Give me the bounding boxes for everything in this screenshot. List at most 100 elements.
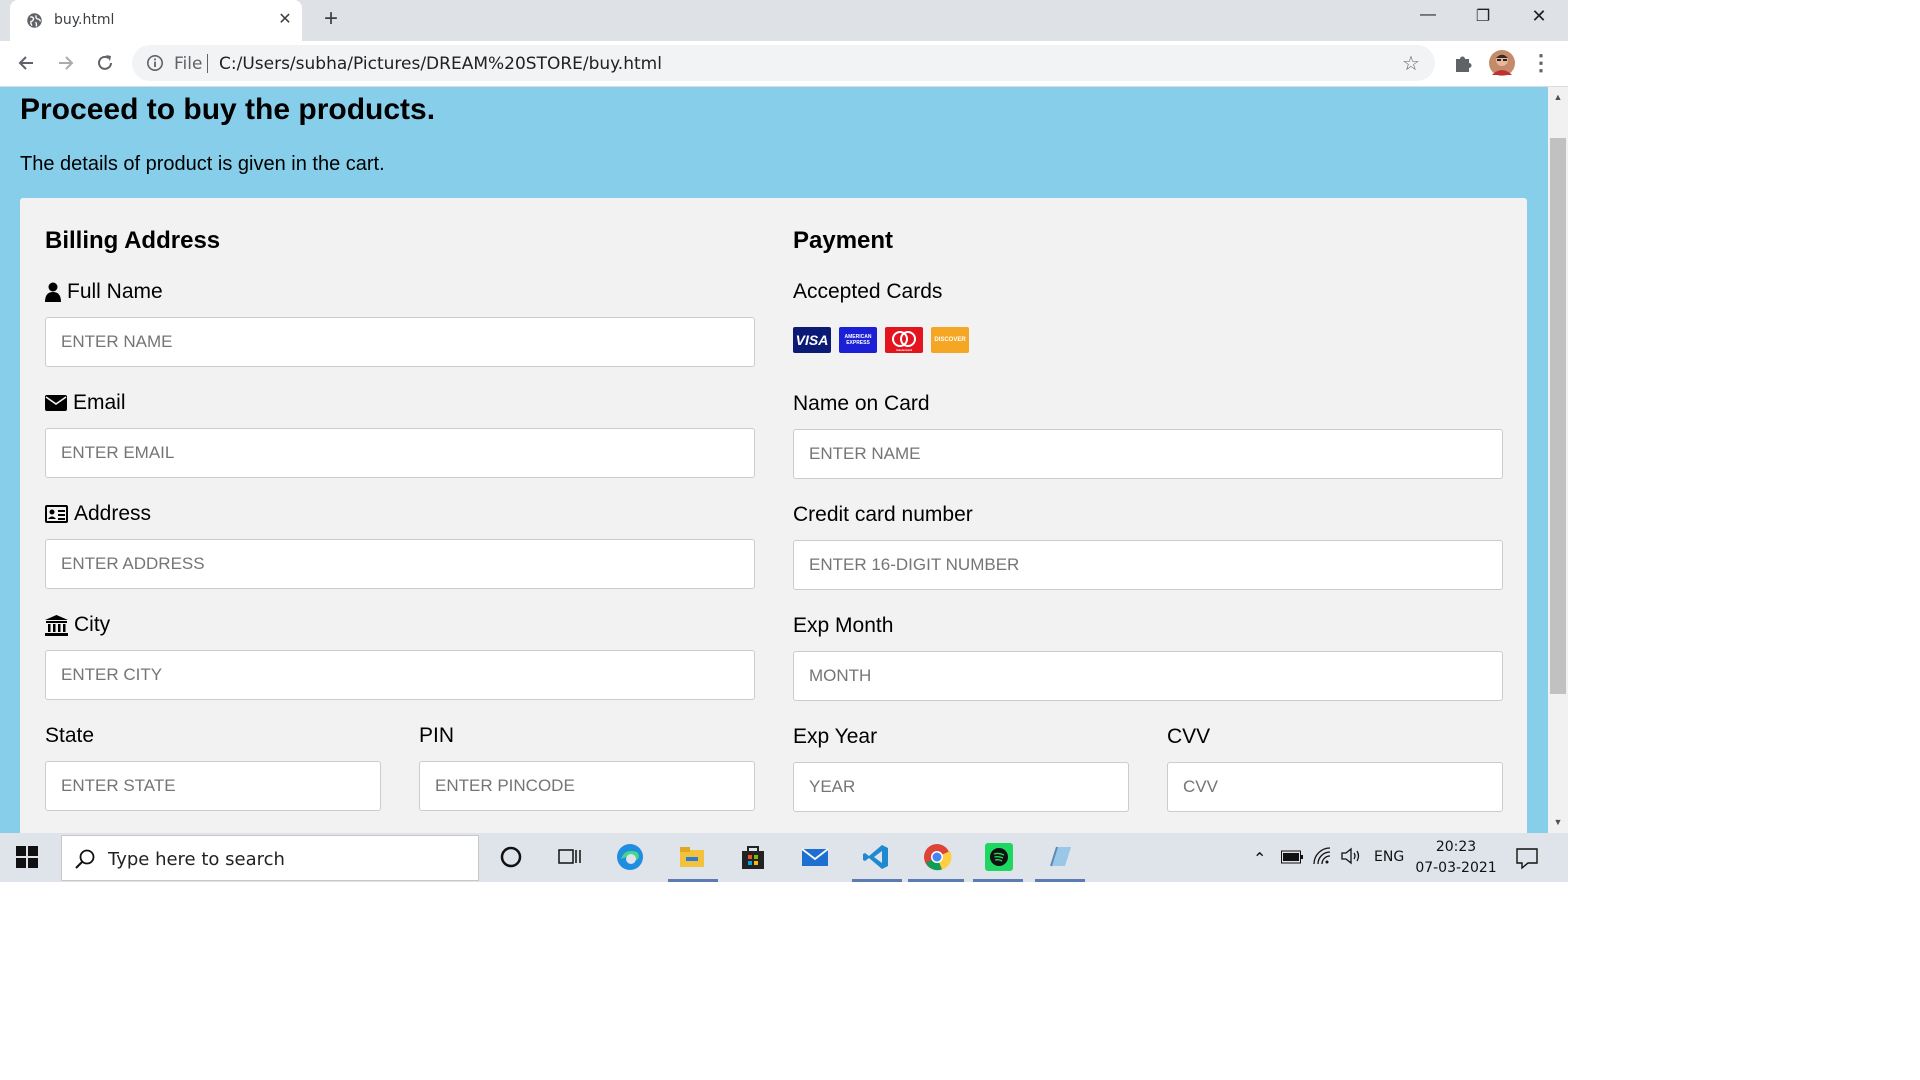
forward-button[interactable] (52, 49, 80, 77)
scroll-up-arrow[interactable]: ▲ (1548, 89, 1568, 106)
amex-icon: AMERICAN EXPRESS (839, 327, 877, 353)
bookmark-star-icon[interactable]: ☆ (1402, 51, 1420, 76)
arrow-right-icon (59, 56, 74, 70)
clock-time: 20:23 (1435, 839, 1477, 855)
scrollbar-thumb[interactable] (1550, 138, 1566, 694)
billing-heading: Billing Address (45, 227, 221, 254)
system-clock[interactable]: 20:23 07-03-2021 (1414, 837, 1498, 879)
email-label-text: Email (73, 391, 126, 414)
browser-tab[interactable]: buy.html ✕ (10, 0, 302, 41)
mail-icon[interactable] (800, 842, 830, 872)
new-tab-button[interactable]: + (319, 7, 343, 32)
name-on-card-label: Name on Card (793, 392, 930, 415)
cvv-label: CVV (1167, 725, 1211, 748)
page-title: Proceed to buy the products. (20, 93, 436, 126)
chrome-active-indicator (908, 879, 964, 882)
browser-toolbar: File C:/Users/subha/Pictures/DREAM%20STO… (0, 41, 1568, 87)
spotify-icon[interactable] (984, 842, 1014, 872)
tab-close-button[interactable]: ✕ (276, 11, 294, 29)
reload-button[interactable] (91, 49, 119, 77)
institution-icon (45, 614, 68, 636)
city-input[interactable] (45, 650, 755, 700)
chevron-up-icon[interactable]: ⌃ (1253, 849, 1266, 868)
clock-date: 07-03-2021 (1415, 860, 1497, 876)
taskbar-search-placeholder: Type here to search (108, 849, 285, 870)
mastercard-text: mastercard (895, 348, 913, 352)
chrome-icon[interactable] (922, 842, 952, 872)
page-content: Proceed to buy the products. The details… (0, 87, 1548, 833)
full-name-label: Full Name (45, 280, 163, 304)
wifi-icon[interactable] (1313, 847, 1331, 865)
browser-titlebar: buy.html ✕ + — ❐ ✕ (0, 0, 1568, 41)
exp-month-label: Exp Month (793, 614, 894, 637)
vscode-icon[interactable] (861, 842, 891, 872)
page-subtitle: The details of product is given in the c… (20, 153, 385, 175)
tab-title: buy.html (54, 12, 115, 28)
checkout-form-card: Billing Address Full Name Email Address … (20, 198, 1527, 833)
menu-kebab-icon[interactable]: ⋮ (1527, 49, 1555, 77)
language-indicator[interactable]: ENG (1374, 849, 1404, 865)
file-explorer-active-indicator (668, 879, 718, 882)
envelope-icon (45, 395, 67, 411)
task-view-icon[interactable] (555, 842, 585, 872)
visa-text: VISA (795, 332, 829, 348)
edge-browser-icon[interactable] (615, 842, 645, 872)
payment-heading: Payment (793, 227, 894, 254)
address-label: Address (45, 502, 151, 526)
discover-icon: DISCOVER (931, 327, 969, 353)
exp-month-input[interactable] (793, 651, 1503, 701)
globe-icon (27, 13, 42, 28)
scroll-down-arrow[interactable]: ▼ (1548, 814, 1568, 831)
notepad-active-indicator (1035, 879, 1085, 882)
cortana-icon[interactable] (496, 842, 526, 872)
user-icon (45, 282, 61, 302)
file-explorer-icon[interactable] (677, 842, 707, 872)
reload-icon (98, 55, 112, 70)
pin-label: PIN (419, 724, 455, 747)
microsoft-store-icon[interactable] (738, 842, 768, 872)
battery-icon[interactable] (1281, 850, 1303, 864)
windows-taskbar: Type here to search ⌃ ENG 20:23 07-03-20… (0, 833, 1568, 882)
notepad-icon[interactable] (1045, 842, 1075, 872)
address-url[interactable]: C:/Users/subha/Pictures/DREAM%20STORE/bu… (219, 54, 662, 74)
windows-start-icon[interactable] (16, 846, 38, 868)
email-input[interactable] (45, 428, 755, 478)
amex-text: AMERICAN EXPRESS (844, 334, 872, 346)
info-icon[interactable] (146, 54, 164, 72)
mastercard-icon: mastercard (885, 327, 923, 353)
search-icon (75, 849, 95, 869)
window-close-button[interactable]: ✕ (1519, 6, 1559, 32)
accepted-cards-list: VISA AMERICAN EXPRESS mastercard DISCOVE… (793, 327, 969, 353)
city-label: City (45, 613, 110, 637)
taskbar-search-box[interactable]: Type here to search (61, 835, 479, 881)
visa-icon: VISA (793, 327, 831, 353)
cvv-input[interactable] (1167, 762, 1503, 812)
state-label: State (45, 724, 95, 747)
address-input[interactable] (45, 539, 755, 589)
arrow-left-icon (18, 56, 33, 70)
state-input[interactable] (45, 761, 381, 811)
address-bar[interactable]: File C:/Users/subha/Pictures/DREAM%20STO… (132, 45, 1435, 81)
notifications-icon[interactable] (1516, 847, 1538, 869)
card-number-label: Credit card number (793, 503, 973, 526)
card-number-input[interactable] (793, 540, 1503, 590)
address-scheme-label: File (174, 54, 203, 74)
minimize-button[interactable]: — (1408, 6, 1448, 32)
name-on-card-input[interactable] (793, 429, 1503, 479)
city-label-text: City (74, 613, 111, 636)
profile-avatar[interactable] (1488, 49, 1516, 77)
full-name-input[interactable] (45, 317, 755, 367)
volume-icon[interactable] (1340, 847, 1362, 865)
restore-button[interactable]: ❐ (1463, 6, 1503, 32)
vscode-active-indicator (852, 879, 902, 882)
extensions-puzzle-icon[interactable] (1450, 49, 1478, 77)
back-button[interactable] (12, 49, 40, 77)
pin-input[interactable] (419, 761, 755, 811)
address-separator (207, 54, 208, 73)
exp-year-input[interactable] (793, 762, 1129, 812)
address-label-text: Address (74, 502, 152, 525)
exp-year-label: Exp Year (793, 725, 878, 748)
full-name-label-text: Full Name (67, 280, 163, 303)
address-card-icon (45, 505, 68, 523)
email-label: Email (45, 391, 126, 415)
